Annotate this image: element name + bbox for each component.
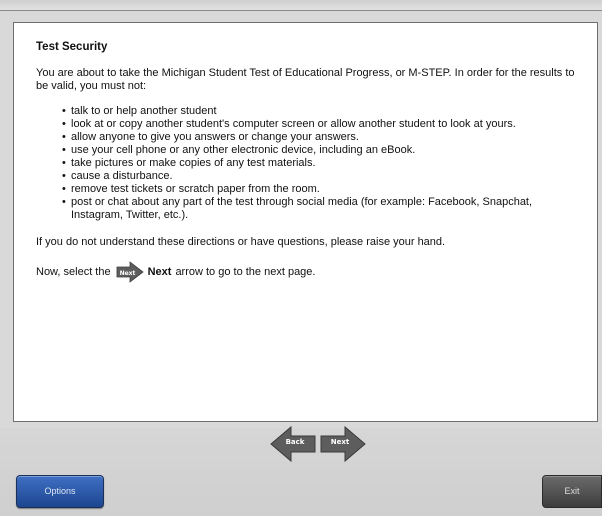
list-item: remove test tickets or scratch paper fro… (62, 183, 577, 196)
app-window: Test Security You are about to take the … (0, 0, 602, 516)
page-navigation: Back Next (257, 424, 366, 464)
next-button[interactable]: Next (319, 424, 367, 464)
back-button[interactable]: Back (269, 424, 317, 464)
list-item: look at or copy another student's comput… (62, 118, 577, 131)
next-instruction: Now, select the Next Next arrow to go to… (36, 261, 577, 283)
rules-list: talk to or help another student look at … (36, 105, 577, 222)
page-title: Test Security (36, 41, 108, 53)
list-item: take pictures or make copies of any test… (62, 157, 577, 170)
next-arrow-icon-label: Next (119, 270, 136, 277)
content-panel: Test Security You are about to take the … (13, 22, 598, 422)
list-item: allow anyone to give you answers or chan… (62, 131, 577, 144)
top-strip (0, 0, 602, 11)
intro-text: You are about to take the Michigan Stude… (36, 67, 575, 92)
next-arrow-icon: Next (115, 261, 145, 283)
next-button-label: Next (330, 438, 350, 446)
next-instruction-prefix: Now, select the (36, 265, 111, 278)
options-button[interactable]: Options (16, 475, 104, 508)
next-instruction-suffix: arrow to go to the next page. (175, 265, 316, 278)
exit-button[interactable]: Exit (542, 475, 602, 508)
list-item: cause a disturbance. (62, 170, 577, 183)
list-item: talk to or help another student (62, 105, 577, 118)
list-item: post or chat about any part of the test … (62, 196, 577, 222)
back-button-label: Back (285, 438, 305, 446)
questions-text: If you do not understand these direction… (36, 236, 446, 248)
list-item: use your cell phone or any other electro… (62, 144, 577, 157)
next-instruction-bold: Next (147, 265, 172, 278)
